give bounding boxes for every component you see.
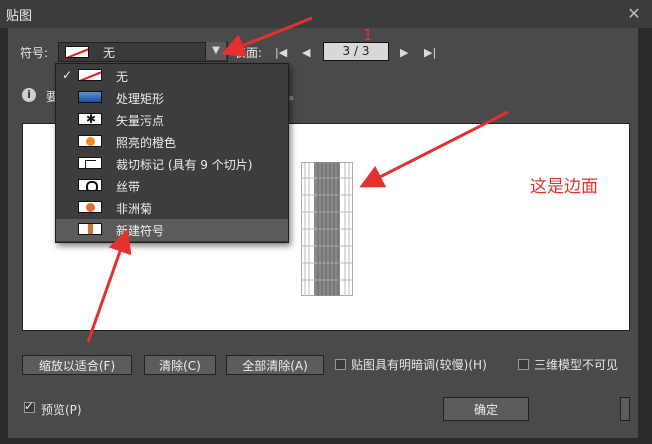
arrow-to-new-symbol (86, 228, 132, 343)
arrow-to-edge (359, 110, 509, 188)
arrow-to-dropdown (220, 16, 313, 57)
number-annotation: 1 (363, 26, 373, 44)
annotation-arrows (86, 16, 509, 343)
